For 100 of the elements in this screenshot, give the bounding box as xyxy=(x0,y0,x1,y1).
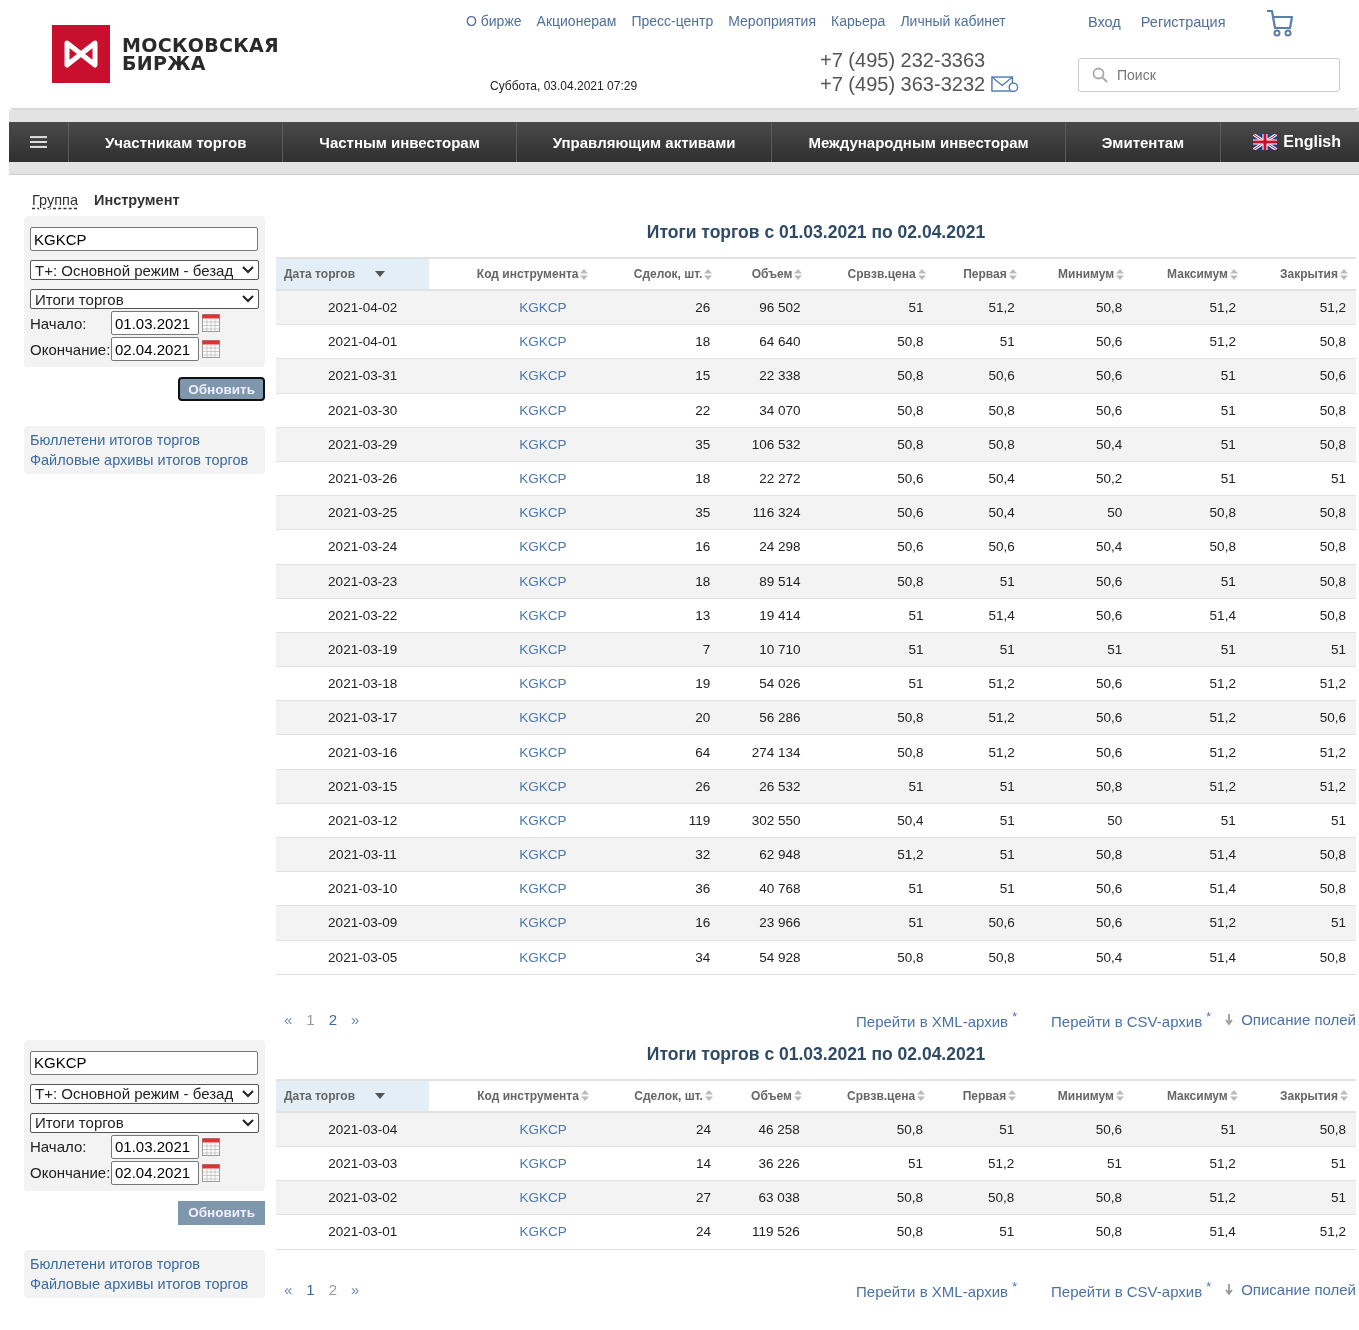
nav-item[interactable]: Управляющим активами xyxy=(515,122,772,162)
auth-link[interactable]: Вход xyxy=(1088,14,1121,30)
envelope-icon[interactable] xyxy=(991,75,1020,93)
instrument-link[interactable]: KGKCP xyxy=(519,607,567,623)
column-header[interactable]: Максимум xyxy=(1131,1079,1246,1112)
date-field[interactable]: 01.03.2021 xyxy=(111,311,199,335)
instrument-link[interactable]: KGKCP xyxy=(519,505,567,521)
calendar-icon[interactable] xyxy=(202,1137,220,1156)
instrument-link[interactable]: KGKCP xyxy=(519,881,567,897)
table-cell: 50,8 xyxy=(810,700,934,735)
report-select[interactable]: Итоги торгов xyxy=(30,1112,259,1133)
update-button[interactable]: Обновить xyxy=(178,377,265,401)
archive-link[interactable]: Файловые архивы итогов торгов xyxy=(30,452,259,468)
nav-item[interactable]: Эмитентам xyxy=(1064,122,1221,162)
instrument-link[interactable]: KGKCP xyxy=(519,471,567,487)
instrument-link[interactable]: KGKCP xyxy=(519,436,567,452)
nav-item[interactable]: Частным инвесторам xyxy=(282,122,516,162)
instrument-link[interactable]: KGKCP xyxy=(519,710,567,726)
instrument-link[interactable]: KGKCP xyxy=(519,812,567,828)
column-header[interactable]: Минимум xyxy=(1024,1079,1132,1112)
calendar-icon[interactable] xyxy=(202,340,220,358)
archive-link[interactable]: Файловые архивы итогов торгов xyxy=(30,1275,259,1292)
column-header[interactable]: Дата торгов xyxy=(276,258,430,290)
language-link[interactable]: English xyxy=(1220,122,1359,162)
mode-select[interactable]: T+: Основной режим - безад xyxy=(30,1083,259,1104)
instrument-link[interactable]: KGKCP xyxy=(519,778,567,794)
fields-description-link[interactable]: Описание полей xyxy=(1241,1011,1356,1029)
archive-link[interactable]: Бюллетени итогов торгов xyxy=(30,432,259,448)
top-nav-link[interactable]: О бирже xyxy=(466,13,522,48)
instrument-link[interactable]: KGKCP xyxy=(519,300,567,316)
instrument-link[interactable]: KGKCP xyxy=(519,1156,567,1172)
archive-link[interactable]: Бюллетени итогов торгов xyxy=(30,1255,259,1272)
table-cell: 27 xyxy=(596,1180,721,1215)
page-link[interactable]: 2 xyxy=(328,1011,338,1029)
instrument-field[interactable]: KGKCP xyxy=(30,227,258,251)
column-header[interactable]: Срвзв.цена xyxy=(809,1079,934,1112)
instrument-link[interactable]: KGKCP xyxy=(519,1121,567,1137)
date-field[interactable]: 02.04.2021 xyxy=(111,337,199,361)
auth-link[interactable]: Регистрация xyxy=(1140,14,1226,30)
archive-export-link[interactable]: Перейти в CSV-архив $^{*}$ xyxy=(1051,1279,1212,1300)
page-link[interactable]: 1 xyxy=(306,1281,315,1298)
tab[interactable]: Инструмент xyxy=(93,192,180,208)
top-nav-link[interactable]: Карьера xyxy=(831,13,886,48)
calendar-icon[interactable] xyxy=(202,1163,220,1182)
top-nav-link[interactable]: Мероприятия xyxy=(728,13,816,48)
instrument-link[interactable]: KGKCP xyxy=(519,402,567,418)
tab[interactable]: Группа xyxy=(32,192,78,208)
table-cell: 51,2 xyxy=(1245,1214,1356,1249)
instrument-link[interactable]: KGKCP xyxy=(519,915,567,931)
instrument-link[interactable]: KGKCP xyxy=(519,334,567,350)
report-select[interactable]: Итоги торгов xyxy=(30,289,259,309)
column-header[interactable]: Закрытия xyxy=(1245,1079,1356,1112)
prev-page-link[interactable]: « xyxy=(284,1011,293,1029)
mode-select[interactable]: T+: Основной режим - безад xyxy=(30,260,259,280)
update-button[interactable]: Обновить xyxy=(178,1200,265,1225)
instrument-link[interactable]: KGKCP xyxy=(519,641,567,657)
table-cell: 50,6 xyxy=(933,529,1025,564)
column-header[interactable]: Код инструмента xyxy=(429,1079,597,1112)
date-field[interactable]: 01.03.2021 xyxy=(111,1134,199,1159)
page-link[interactable]: 2 xyxy=(328,1281,338,1298)
column-header[interactable]: Сделок, шт. xyxy=(596,1079,721,1112)
table-title: Итоги торгов с 01.03.2021 по 02.04.2021 xyxy=(645,1043,987,1065)
top-nav-link[interactable]: Пресс-центр xyxy=(631,13,714,48)
calendar-icon[interactable] xyxy=(202,314,220,332)
instrument-link[interactable]: KGKCP xyxy=(519,573,567,589)
instrument-link[interactable]: KGKCP xyxy=(519,847,567,863)
column-header[interactable]: Объем xyxy=(720,1079,810,1112)
archive-export-link[interactable]: Перейти в XML-архив $^{*}$ xyxy=(856,1009,1018,1030)
archive-export-link[interactable]: Перейти в CSV-архив $^{*}$ xyxy=(1051,1009,1212,1030)
fields-description-link[interactable]: Описание полей xyxy=(1241,1281,1356,1298)
date-field[interactable]: 02.04.2021 xyxy=(111,1160,199,1185)
instrument-link[interactable]: KGKCP xyxy=(519,368,567,384)
archive-export-link[interactable]: Перейти в XML-архив $^{*}$ xyxy=(856,1279,1018,1300)
table-cell: 50,8 xyxy=(1245,940,1356,975)
instrument-link[interactable]: KGKCP xyxy=(519,539,567,555)
prev-page-link[interactable]: « xyxy=(284,1281,293,1298)
nav-item[interactable]: Международным инвесторам xyxy=(771,122,1065,162)
instrument-link[interactable]: KGKCP xyxy=(519,1190,567,1206)
instrument-link[interactable]: KGKCP xyxy=(519,1224,567,1240)
table-cell: 35 xyxy=(596,427,721,462)
column-header[interactable]: Первая xyxy=(933,1079,1025,1112)
next-page-link[interactable]: » xyxy=(351,1011,360,1029)
table-cell: 34 xyxy=(596,940,721,975)
instrument-link[interactable]: KGKCP xyxy=(519,949,567,965)
table-cell: 51,2 xyxy=(1245,290,1356,325)
top-nav-link[interactable]: Личный кабинет xyxy=(900,13,1006,48)
cart-icon[interactable] xyxy=(1265,8,1294,38)
search-field[interactable]: Поиск xyxy=(1078,58,1340,92)
nav-item[interactable]: Участникам торгов xyxy=(68,122,283,162)
caret-icon xyxy=(375,271,386,277)
column-header[interactable]: Дата торгов xyxy=(276,1079,430,1112)
instrument-link[interactable]: KGKCP xyxy=(519,744,567,760)
next-page-link[interactable]: » xyxy=(351,1281,360,1298)
instrument-field[interactable]: KGKCP xyxy=(30,1050,258,1075)
table-cell: 50,8 xyxy=(1245,1111,1356,1147)
instrument-link[interactable]: KGKCP xyxy=(519,676,567,692)
top-nav-link[interactable]: Акционерам xyxy=(536,13,617,48)
table-cell: 50,4 xyxy=(1024,427,1133,462)
download-icon xyxy=(1225,1013,1234,1026)
page-link[interactable]: 1 xyxy=(306,1011,315,1029)
